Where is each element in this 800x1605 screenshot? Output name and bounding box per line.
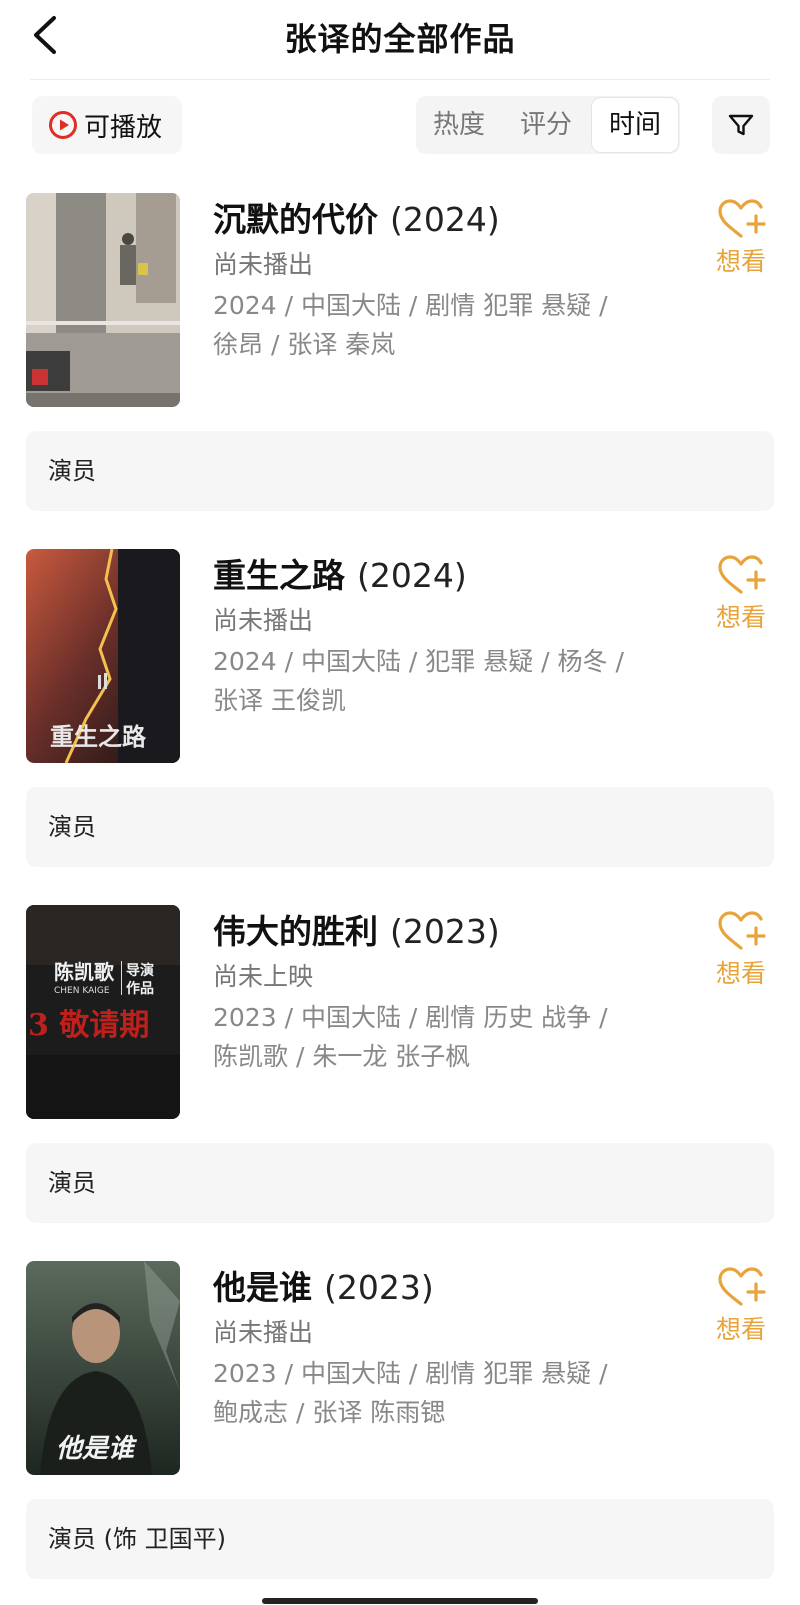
playable-filter-button[interactable]: 可播放 — [32, 96, 182, 154]
work-title[interactable]: 沉默的代价 (2024) — [213, 193, 500, 241]
meta-line-1: 2024 / 中国大陆 / 剧情 犯罪 悬疑 / — [213, 291, 608, 320]
want-to-watch-button[interactable]: 想看 — [706, 1266, 776, 1356]
page-title: 张译的全部作品 — [284, 20, 516, 58]
poster-director-en: CHEN KAIGE — [54, 986, 110, 996]
home-indicator[interactable] — [262, 1598, 538, 1604]
work-item[interactable]: 重生之路 重生之路 (2024) 尚未播出 2024 / 中国大陆 / 犯罪 悬疑… — [0, 549, 800, 879]
work-item[interactable]: 他是谁 他是谁 (2023) 尚未播出 2023 / 中国大陆 / 剧情 犯罪 悬… — [0, 1261, 800, 1591]
want-to-watch-button[interactable]: 想看 — [706, 910, 776, 1000]
poster-title: 重生之路 — [50, 722, 147, 751]
poster-tag-2: 作品 — [126, 980, 154, 997]
poster-image[interactable] — [26, 193, 180, 407]
want-to-watch-button[interactable]: 想看 — [706, 198, 776, 288]
sort-tab-time[interactable]: 时间 — [592, 98, 678, 152]
toolbar: 可播放 热度 评分 时间 — [0, 96, 800, 156]
poster-image[interactable]: 重生之路 — [26, 549, 180, 763]
work-meta: 2024 / 中国大陆 / 犯罪 悬疑 / 杨冬 / 张译 王俊凯 — [213, 642, 653, 720]
want-label: 想看 — [715, 959, 766, 988]
work-year: (2023) — [390, 912, 500, 951]
release-status: 尚未播出 — [213, 1318, 314, 1347]
heart-plus-icon — [718, 199, 766, 238]
role-box: 演员 — [26, 431, 774, 511]
want-to-watch-button[interactable]: 想看 — [706, 554, 776, 644]
playable-label: 可播放 — [84, 112, 163, 143]
heart-plus-icon — [718, 911, 766, 950]
work-meta: 2024 / 中国大陆 / 剧情 犯罪 悬疑 / 徐昂 / 张译 秦岚 — [213, 286, 653, 364]
meta-line-1: 2023 / 中国大陆 / 剧情 犯罪 悬疑 / — [213, 1359, 608, 1388]
meta-line-2: 徐昂 / 张译 秦岚 — [213, 330, 396, 359]
work-item[interactable]: 陈凯歌 CHEN KAIGE 导演 作品 3 敬请期 伟大的胜利 (2023) 尚… — [0, 905, 800, 1235]
play-circle-icon — [49, 111, 77, 139]
role-box: 演员 (饰 卫国平) — [26, 1499, 774, 1579]
poster-tag-1: 导演 — [126, 962, 154, 979]
work-title[interactable]: 伟大的胜利 (2023) — [213, 905, 500, 953]
release-status: 尚未上映 — [213, 962, 314, 991]
role-box: 演员 — [26, 787, 774, 867]
sort-tab-rating[interactable]: 评分 — [502, 96, 590, 154]
poster-image[interactable]: 陈凯歌 CHEN KAIGE 导演 作品 3 敬请期 — [26, 905, 180, 1119]
work-title-text: 重生之路 — [213, 556, 345, 595]
work-year: (2024) — [357, 556, 467, 595]
filter-button[interactable] — [712, 96, 770, 154]
release-status: 尚未播出 — [213, 250, 314, 279]
want-label: 想看 — [715, 1315, 766, 1344]
meta-line-1: 2024 / 中国大陆 / 犯罪 悬疑 / 杨冬 / — [213, 647, 624, 676]
meta-line-2: 张译 王俊凯 — [213, 686, 346, 715]
work-meta: 2023 / 中国大陆 / 剧情 犯罪 悬疑 / 鲍成志 / 张译 陈雨锶 — [213, 1354, 653, 1432]
meta-line-2: 陈凯歌 / 朱一龙 张子枫 — [213, 1042, 471, 1071]
work-title-text: 伟大的胜利 — [213, 912, 378, 951]
filter-icon — [728, 114, 754, 136]
want-label: 想看 — [715, 247, 766, 276]
poster-title: 他是谁 — [56, 1434, 138, 1464]
work-year: (2023) — [324, 1268, 434, 1307]
want-label: 想看 — [715, 603, 766, 632]
work-title[interactable]: 他是谁 (2023) — [213, 1261, 434, 1309]
role-box: 演员 — [26, 1143, 774, 1223]
poster-director: 陈凯歌 — [54, 960, 115, 984]
heart-plus-icon — [718, 555, 766, 594]
heart-plus-icon — [718, 1267, 766, 1306]
work-meta: 2023 / 中国大陆 / 剧情 历史 战争 / 陈凯歌 / 朱一龙 张子枫 — [213, 998, 653, 1076]
work-title-text: 沉默的代价 — [213, 200, 378, 239]
sort-tab-popularity[interactable]: 热度 — [416, 96, 502, 154]
poster-image[interactable]: 他是谁 — [26, 1261, 180, 1475]
work-title[interactable]: 重生之路 (2024) — [213, 549, 467, 597]
work-year: (2024) — [390, 200, 500, 239]
sort-tabs: 热度 评分 时间 — [416, 96, 680, 154]
work-item[interactable]: 沉默的代价 (2024) 尚未播出 2024 / 中国大陆 / 剧情 犯罪 悬疑 … — [0, 193, 800, 523]
header: 张译的全部作品 — [0, 0, 800, 80]
poster-red-text: 3 敬请期 — [28, 1008, 149, 1043]
work-title-text: 他是谁 — [213, 1268, 312, 1307]
release-status: 尚未播出 — [213, 606, 314, 635]
header-divider — [30, 79, 770, 80]
meta-line-2: 鲍成志 / 张译 陈雨锶 — [213, 1398, 446, 1427]
meta-line-1: 2023 / 中国大陆 / 剧情 历史 战争 / — [213, 1003, 608, 1032]
